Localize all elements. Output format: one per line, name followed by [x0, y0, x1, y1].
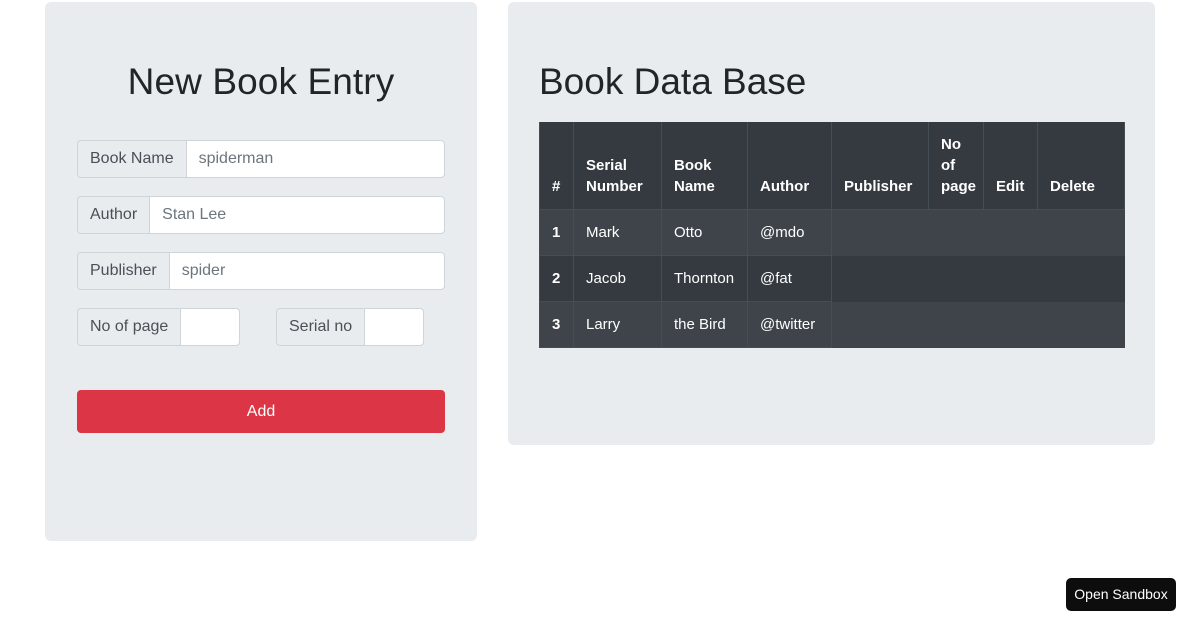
serial-no-input[interactable]	[364, 308, 425, 347]
author-label: Author	[77, 196, 150, 235]
cell-serial-number: Jacob	[573, 255, 662, 303]
book-entry-form: Book Name Author Publisher No of page Se…	[45, 140, 477, 434]
no-of-page-input[interactable]	[180, 308, 241, 347]
author-input[interactable]	[149, 196, 445, 235]
no-of-page-label: No of page	[77, 308, 181, 347]
column-header-author: Author	[747, 122, 832, 211]
author-field-group: Author	[77, 196, 445, 235]
form-title: New Book Entry	[127, 61, 395, 102]
cell-author: @twitter	[747, 301, 832, 349]
numeric-fields-row: No of page Serial no	[77, 308, 445, 347]
cell-index: 2	[539, 255, 574, 303]
book-table: # Serial Number Book Name Author Publish…	[539, 122, 1125, 349]
cell-author: @fat	[747, 255, 832, 303]
book-name-label: Book Name	[77, 140, 186, 179]
book-table-wrapper: # Serial Number Book Name Author Publish…	[539, 122, 1125, 349]
publisher-input[interactable]	[168, 252, 445, 291]
cell-author: @mdo	[747, 209, 832, 257]
book-name-field-group: Book Name	[77, 140, 445, 179]
column-header-publisher: Publisher	[831, 122, 929, 211]
table-row: 2 Jacob Thornton @fat	[539, 255, 1125, 303]
column-header-index: #	[539, 122, 574, 211]
book-table-body: 1 Mark Otto @mdo 2 Jacob Thornton @fat 3…	[539, 209, 1125, 349]
open-sandbox-button[interactable]: Open Sandbox	[1066, 578, 1176, 611]
cell-empty-actions	[831, 255, 1125, 302]
column-header-serial: Serial Number	[573, 122, 662, 211]
add-button[interactable]: Add	[77, 390, 445, 434]
column-header-edit: Edit	[983, 122, 1038, 211]
column-header-pages: No of page	[928, 122, 984, 211]
book-table-head: # Serial Number Book Name Author Publish…	[539, 122, 1125, 211]
table-header-row: # Serial Number Book Name Author Publish…	[539, 122, 1125, 211]
new-book-entry-panel: New Book Entry Book Name Author Publishe…	[45, 2, 477, 541]
publisher-field-group: Publisher	[77, 252, 445, 291]
cell-index: 1	[539, 209, 574, 257]
app-root: New Book Entry Book Name Author Publishe…	[0, 0, 1200, 630]
serial-no-label: Serial no	[276, 308, 365, 347]
book-database-panel: Book Data Base # Serial Number Book Name…	[508, 2, 1155, 445]
column-header-bookname: Book Name	[661, 122, 748, 211]
cell-index: 3	[539, 301, 574, 349]
publisher-label: Publisher	[77, 252, 169, 291]
cell-empty-actions	[831, 209, 1125, 256]
no-of-page-field-group: No of page	[77, 308, 246, 347]
cell-serial-number: Larry	[573, 301, 662, 349]
database-title: Book Data Base	[539, 61, 807, 102]
serial-no-field-group: Serial no	[276, 308, 445, 347]
table-row: 1 Mark Otto @mdo	[539, 209, 1125, 257]
table-row: 3 Larry the Bird @twitter	[539, 301, 1125, 349]
cell-empty-actions	[831, 301, 1125, 348]
cell-book-name: the Bird	[661, 301, 748, 349]
cell-serial-number: Mark	[573, 209, 662, 257]
cell-book-name: Thornton	[661, 255, 748, 303]
column-header-delete: Delete	[1037, 122, 1125, 211]
cell-book-name: Otto	[661, 209, 748, 257]
book-name-input[interactable]	[185, 140, 445, 179]
